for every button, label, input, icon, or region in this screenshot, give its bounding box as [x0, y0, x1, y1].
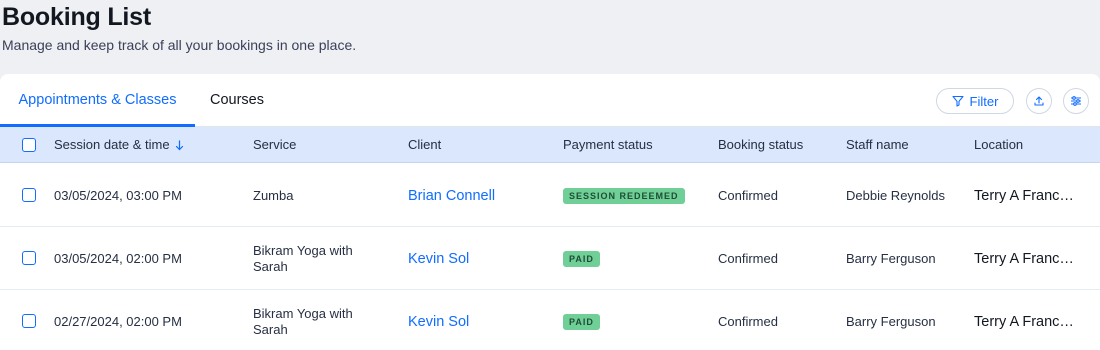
- table-row[interactable]: 02/27/2024, 02:00 PM Bikram Yoga with Sa…: [0, 290, 1100, 350]
- staff-name: Barry Ferguson: [846, 251, 936, 266]
- column-header-client[interactable]: Client: [408, 127, 441, 163]
- payment-status: SESSION REDEEMED: [563, 164, 685, 227]
- column-header-staff-name[interactable]: Staff name: [846, 127, 909, 163]
- filter-label: Filter: [969, 93, 999, 109]
- column-header-date[interactable]: Session date & time: [54, 127, 184, 163]
- row-checkbox[interactable]: [22, 188, 36, 202]
- booking-status: Confirmed: [718, 251, 778, 266]
- tab-appointments-classes[interactable]: Appointments & Classes: [0, 74, 195, 127]
- service-name: Zumba: [253, 187, 294, 203]
- session-date: 03/05/2024, 03:00 PM: [54, 188, 182, 203]
- client-link[interactable]: Brian Connell: [408, 164, 495, 227]
- export-button[interactable]: [1026, 88, 1052, 114]
- location: Terry A Franc…: [974, 313, 1074, 330]
- column-header-booking-status[interactable]: Booking status: [718, 127, 803, 163]
- row-checkbox[interactable]: [22, 251, 36, 265]
- arrow-down-icon: [175, 139, 184, 151]
- table-row[interactable]: 03/05/2024, 03:00 PM Zumba Brian Connell…: [0, 164, 1100, 227]
- payment-status: PAID: [563, 227, 600, 290]
- column-header-service[interactable]: Service: [253, 127, 296, 163]
- page-subtitle: Manage and keep track of all your bookin…: [2, 37, 357, 53]
- tab-courses[interactable]: Courses: [210, 74, 264, 127]
- payment-status: PAID: [563, 290, 600, 350]
- filter-button[interactable]: Filter: [936, 88, 1014, 114]
- funnel-icon: [951, 95, 964, 107]
- client-link[interactable]: Kevin Sol: [408, 227, 469, 290]
- session-date: 03/05/2024, 02:00 PM: [54, 251, 182, 266]
- service-name: Bikram Yoga with Sarah: [253, 242, 353, 274]
- staff-name: Debbie Reynolds: [846, 188, 946, 203]
- column-header-payment-status[interactable]: Payment status: [563, 127, 653, 163]
- table-settings-button[interactable]: [1063, 88, 1089, 114]
- column-header-location[interactable]: Location: [974, 127, 1023, 163]
- staff-name: Barry Ferguson: [846, 314, 936, 329]
- upload-icon: [1033, 95, 1045, 107]
- session-date: 02/27/2024, 02:00 PM: [54, 314, 182, 329]
- select-all-checkbox[interactable]: [22, 138, 36, 152]
- status-badge: PAID: [563, 313, 600, 330]
- status-badge: SESSION REDEEMED: [563, 187, 685, 204]
- service-name: Bikram Yoga with Sarah: [253, 305, 353, 337]
- sliders-icon: [1070, 95, 1082, 107]
- page-title: Booking List: [2, 3, 151, 31]
- table-row[interactable]: 03/05/2024, 02:00 PM Bikram Yoga with Sa…: [0, 227, 1100, 290]
- table-header: Session date & time Service Client Payme…: [0, 127, 1100, 163]
- booking-status: Confirmed: [718, 314, 778, 329]
- bookings-card: Appointments & Classes Courses Filter Se…: [0, 74, 1100, 350]
- client-link[interactable]: Kevin Sol: [408, 290, 469, 350]
- tabs-bar: Appointments & Classes Courses Filter: [0, 74, 1100, 127]
- location: Terry A Franc…: [974, 187, 1074, 204]
- status-badge: PAID: [563, 250, 600, 267]
- location: Terry A Franc…: [974, 250, 1074, 267]
- booking-status: Confirmed: [718, 188, 778, 203]
- row-checkbox[interactable]: [22, 314, 36, 328]
